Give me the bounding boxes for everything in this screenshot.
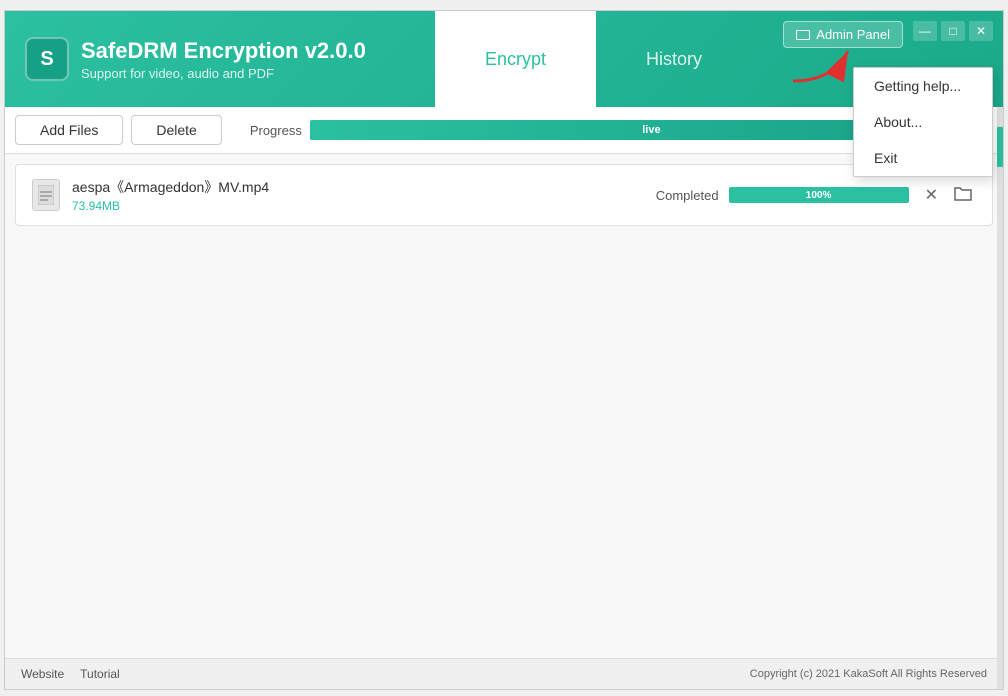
monitor-icon xyxy=(796,30,810,40)
delete-button[interactable]: Delete xyxy=(131,115,221,145)
admin-panel-button[interactable]: Admin Panel xyxy=(783,21,903,48)
footer-copyright: Copyright (c) 2021 KakaSoft All Rights R… xyxy=(750,668,987,680)
footer: Website Tutorial Copyright (c) 2021 Kaka… xyxy=(5,658,1003,689)
dropdown-item-about[interactable]: About... xyxy=(854,104,992,140)
logo-text: SafeDRM Encryption v2.0.0 Support for vi… xyxy=(81,38,366,81)
file-name: aespa《Armageddon》MV.mp4 xyxy=(72,177,644,197)
remove-file-button[interactable]: ✕ xyxy=(921,181,942,209)
tab-encrypt[interactable]: Encrypt xyxy=(435,11,596,107)
dropdown-item-getting-help[interactable]: Getting help... xyxy=(854,68,992,104)
tab-history[interactable]: History xyxy=(596,11,752,107)
app-subtitle: Support for video, audio and PDF xyxy=(81,66,366,81)
website-link[interactable]: Website xyxy=(21,667,64,681)
file-actions: ✕ xyxy=(921,181,976,210)
open-folder-button[interactable] xyxy=(950,181,976,210)
status-label: Completed xyxy=(656,188,719,203)
tutorial-link[interactable]: Tutorial xyxy=(80,667,120,681)
add-files-button[interactable]: Add Files xyxy=(15,115,123,145)
app-title: SafeDRM Encryption v2.0.0 xyxy=(81,38,366,64)
file-list: aespa《Armageddon》MV.mp4 73.94MB Complete… xyxy=(5,154,1003,658)
minimize-button[interactable]: — xyxy=(913,21,937,41)
file-progress-fill: 100% xyxy=(729,187,909,203)
progress-label: Progress xyxy=(250,123,302,138)
app-logo-icon: S xyxy=(25,37,69,81)
scrollbar[interactable] xyxy=(997,107,1003,690)
table-row: aespa《Armageddon》MV.mp4 73.94MB Complete… xyxy=(15,164,993,226)
scrollbar-thumb[interactable] xyxy=(997,127,1003,167)
file-info: aespa《Armageddon》MV.mp4 73.94MB xyxy=(72,177,644,213)
dropdown-item-exit[interactable]: Exit xyxy=(854,140,992,176)
footer-links: Website Tutorial xyxy=(21,667,120,681)
logo-area: S SafeDRM Encryption v2.0.0 Support for … xyxy=(5,37,435,81)
window-controls: — □ ✕ xyxy=(913,21,993,41)
dropdown-menu: Getting help... About... Exit xyxy=(853,67,993,177)
file-progress-bar: 100% xyxy=(729,187,909,203)
file-type-icon xyxy=(32,179,60,211)
file-size: 73.94MB xyxy=(72,199,644,213)
close-button[interactable]: ✕ xyxy=(969,21,993,41)
maximize-button[interactable]: □ xyxy=(941,21,965,41)
file-status: Completed 100% xyxy=(656,187,909,203)
app-window: S SafeDRM Encryption v2.0.0 Support for … xyxy=(4,10,1004,690)
